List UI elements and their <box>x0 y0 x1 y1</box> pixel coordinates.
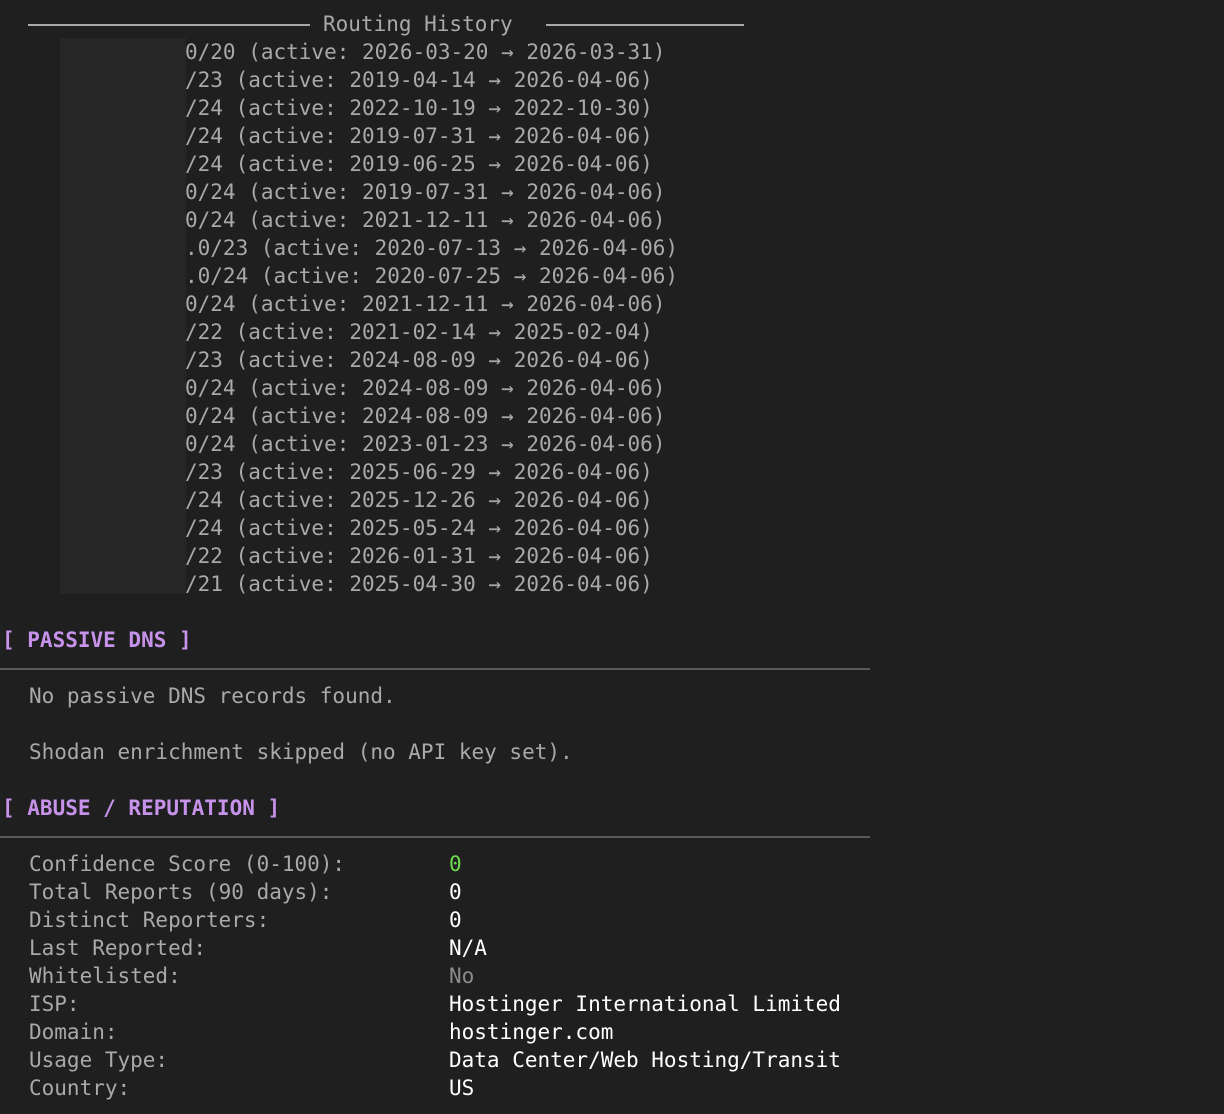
abuse-divider <box>0 836 870 838</box>
routing-row: /24 (active: 2019-06-25 → 2026-04-06) <box>185 152 653 176</box>
isp-label: ISP: <box>29 992 80 1016</box>
country-value: US <box>449 1076 475 1100</box>
routing-row: /22 (active: 2021-02-14 → 2025-02-04) <box>185 320 653 344</box>
routing-row: /24 (active: 2022-10-19 → 2022-10-30) <box>185 96 653 120</box>
whitelisted-label: Whitelisted: <box>29 964 181 988</box>
passive-dns-divider <box>0 668 870 670</box>
routing-history-rule-right <box>546 24 744 26</box>
last-reported-value: N/A <box>449 936 487 960</box>
whitelisted-value: No <box>449 964 475 988</box>
routing-row: /24 (active: 2019-07-31 → 2026-04-06) <box>185 124 653 148</box>
distinct-reporters-label: Distinct Reporters: <box>29 908 270 932</box>
domain-value: hostinger.com <box>449 1020 614 1044</box>
terminal-window: { "routing_history": { "title": "Routing… <box>0 0 1224 1114</box>
abuse-header: [ ABUSE / REPUTATION ] <box>2 796 281 820</box>
isp-value: Hostinger International Limited <box>449 992 841 1016</box>
usage-type-value: Data Center/Web Hosting/Transit <box>449 1048 841 1072</box>
last-reported-label: Last Reported: <box>29 936 207 960</box>
passive-dns-header: [ PASSIVE DNS ] <box>2 628 192 652</box>
shodan-message: Shodan enrichment skipped (no API key se… <box>29 740 573 764</box>
routing-row: /21 (active: 2025-04-30 → 2026-04-06) <box>185 572 653 596</box>
redaction-block <box>60 38 186 594</box>
routing-row: 0/24 (active: 2024-08-09 → 2026-04-06) <box>185 376 666 400</box>
passive-dns-message: No passive DNS records found. <box>29 684 396 708</box>
routing-row: .0/24 (active: 2020-07-25 → 2026-04-06) <box>185 264 679 288</box>
usage-type-label: Usage Type: <box>29 1048 169 1072</box>
routing-row: 0/20 (active: 2026-03-20 → 2026-03-31) <box>185 40 666 64</box>
routing-row: /23 (active: 2019-04-14 → 2026-04-06) <box>185 68 653 92</box>
total-reports-value: 0 <box>449 880 462 904</box>
routing-row: 0/24 (active: 2021-12-11 → 2026-04-06) <box>185 208 666 232</box>
routing-row: 0/24 (active: 2021-12-11 → 2026-04-06) <box>185 292 666 316</box>
routing-row: 0/24 (active: 2023-01-23 → 2026-04-06) <box>185 432 666 456</box>
total-reports-label: Total Reports (90 days): <box>29 880 333 904</box>
routing-row: /24 (active: 2025-12-26 → 2026-04-06) <box>185 488 653 512</box>
domain-label: Domain: <box>29 1020 118 1044</box>
routing-row: .0/23 (active: 2020-07-13 → 2026-04-06) <box>185 236 679 260</box>
routing-row: 0/24 (active: 2024-08-09 → 2026-04-06) <box>185 404 666 428</box>
country-label: Country: <box>29 1076 131 1100</box>
routing-row: /24 (active: 2025-05-24 → 2026-04-06) <box>185 516 653 540</box>
confidence-score-value: 0 <box>449 852 462 876</box>
routing-row: /22 (active: 2026-01-31 → 2026-04-06) <box>185 544 653 568</box>
routing-row: /23 (active: 2025-06-29 → 2026-04-06) <box>185 460 653 484</box>
distinct-reporters-value: 0 <box>449 908 462 932</box>
routing-row: /23 (active: 2024-08-09 → 2026-04-06) <box>185 348 653 372</box>
routing-history-rule-left <box>28 24 310 26</box>
confidence-score-label: Confidence Score (0-100): <box>29 852 346 876</box>
routing-history-title: Routing History <box>323 12 513 36</box>
routing-row: 0/24 (active: 2019-07-31 → 2026-04-06) <box>185 180 666 204</box>
